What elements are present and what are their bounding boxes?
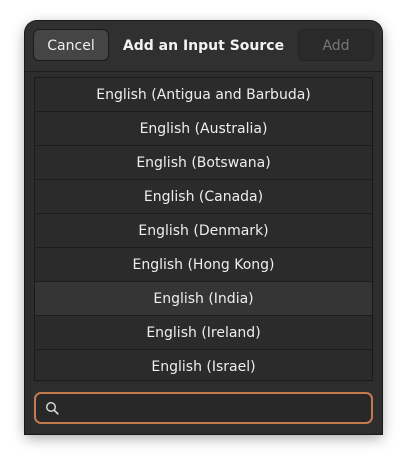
cancel-button-label: Cancel bbox=[47, 38, 95, 54]
list-item[interactable]: English (Antigua and Barbuda) bbox=[35, 78, 372, 112]
add-input-source-dialog: Cancel Add an Input Source Add English (… bbox=[25, 21, 382, 434]
list-item[interactable]: English (Ireland) bbox=[35, 316, 372, 350]
list-item[interactable]: English (Israel) bbox=[35, 350, 372, 380]
search-input[interactable] bbox=[66, 396, 370, 422]
add-button-label: Add bbox=[322, 38, 350, 54]
dialog-title: Add an Input Source bbox=[122, 38, 285, 54]
list-item[interactable]: English (India) bbox=[35, 282, 372, 316]
input-source-list[interactable]: English (Antigua and Barbuda) English (A… bbox=[34, 77, 373, 381]
list-item[interactable]: English (Australia) bbox=[35, 112, 372, 146]
list-item[interactable]: English (Denmark) bbox=[35, 214, 372, 248]
search-field[interactable] bbox=[34, 392, 373, 424]
list-item[interactable]: English (Hong Kong) bbox=[35, 248, 372, 282]
cancel-button[interactable]: Cancel bbox=[33, 29, 109, 61]
list-item[interactable]: English (Botswana) bbox=[35, 146, 372, 180]
list-item[interactable]: English (Canada) bbox=[35, 180, 372, 214]
add-button[interactable]: Add bbox=[298, 29, 374, 61]
header-bar: Cancel Add an Input Source Add bbox=[25, 21, 382, 72]
search-icon bbox=[45, 401, 59, 415]
